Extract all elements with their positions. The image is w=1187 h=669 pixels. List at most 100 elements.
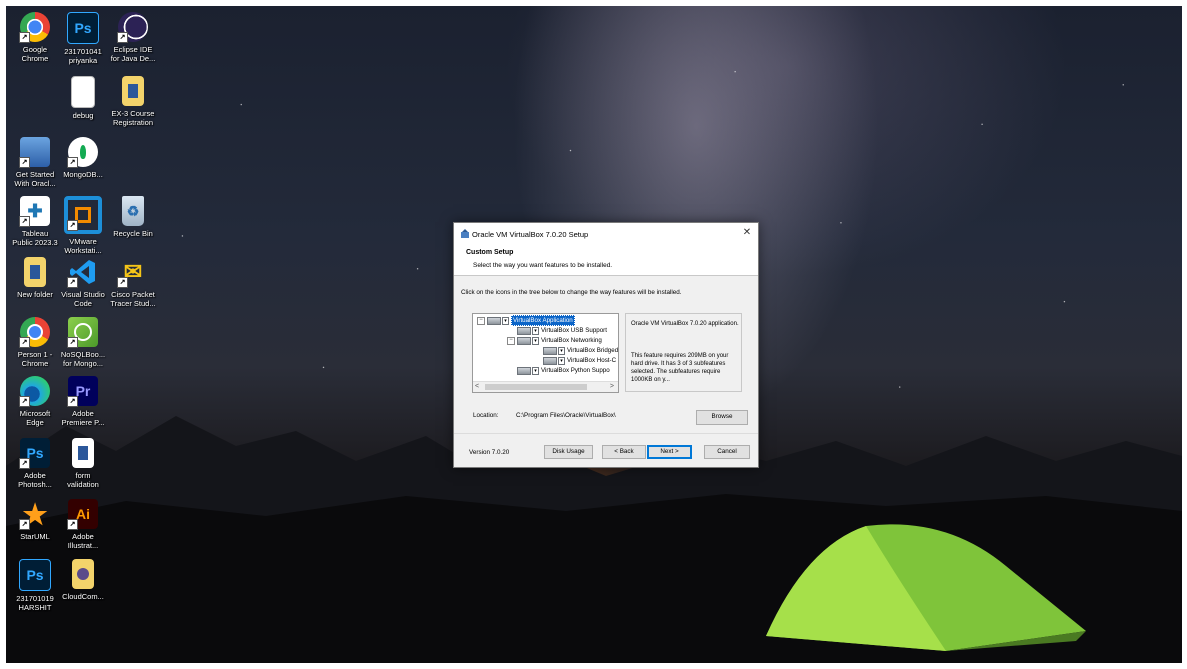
- tree-item-networking[interactable]: − ▾ VirtualBox Networking: [507, 336, 602, 345]
- collapse-icon[interactable]: −: [477, 316, 485, 325]
- desktop-icon-label: debug: [72, 111, 94, 120]
- feature-requirements: This feature requires 209MB on your hard…: [631, 353, 729, 383]
- premiere-pro-icon: Pr ↗: [67, 376, 98, 407]
- location-path: C:\Program Files\Oracle\VirtualBox\: [516, 412, 616, 419]
- desktop-icon-debug[interactable]: debug: [58, 76, 108, 120]
- recycle-bin-icon: ♻: [122, 196, 144, 226]
- feature-tree[interactable]: − ▾ VirtualBox Application ▾ VirtualBox …: [472, 313, 619, 393]
- vscode-icon: ↗: [67, 257, 98, 288]
- dropdown-arrow-icon[interactable]: ▾: [558, 346, 565, 355]
- document-file-icon: [122, 76, 144, 106]
- tree-item-usb-support[interactable]: ▾ VirtualBox USB Support: [517, 326, 607, 335]
- desktop-icon-label: Google Chrome: [21, 45, 49, 63]
- chrome-icon: ↗: [19, 12, 50, 43]
- desktop-icon-label: New folder: [17, 290, 53, 299]
- desktop: ↗ Google Chrome Ps 231701041 priyanka ↗ …: [6, 6, 1182, 663]
- desktop-icon-eclipse[interactable]: ↗ Eclipse IDE for Java De...: [108, 12, 158, 63]
- desktop-icon-label: Microsoft Edge: [19, 409, 51, 427]
- vmware-icon: ↗: [64, 196, 102, 234]
- desktop-icon-vscode[interactable]: ↗ Visual Studio Code: [58, 257, 108, 308]
- staruml-icon: ★ ↗: [19, 499, 50, 530]
- desktop-icon-staruml[interactable]: ★ ↗ StarUML: [10, 499, 60, 541]
- desktop-icon-photoshop-file[interactable]: Ps 231701041 priyanka: [58, 12, 108, 65]
- desktop-icon-label: VMware Workstati...: [64, 237, 102, 255]
- desktop-icon-mongodb[interactable]: ↗ MongoDB...: [58, 137, 108, 179]
- mongodb-icon: ↗: [67, 137, 98, 168]
- drive-icon: [517, 336, 531, 345]
- tableau-icon: ✚ ↗: [19, 196, 50, 227]
- installer-icon: [461, 229, 469, 238]
- desktop-icon-google-chrome[interactable]: ↗ Google Chrome: [10, 12, 60, 63]
- dropdown-arrow-icon[interactable]: ▾: [532, 326, 539, 335]
- nosqlbooster-icon: ↗: [67, 317, 98, 348]
- desktop-icon-microsoft-edge[interactable]: ↗ Microsoft Edge: [10, 376, 60, 427]
- back-button[interactable]: < Back: [602, 445, 646, 459]
- browse-button[interactable]: Browse: [696, 410, 748, 425]
- desktop-icon-tableau[interactable]: ✚ ↗ Tableau Public 2023.3: [10, 196, 60, 247]
- desktop-icon-label: CloudCom...: [62, 592, 104, 601]
- desktop-icon-label: Adobe Illustrat...: [67, 532, 99, 550]
- desktop-icon-person1-chrome[interactable]: ↗ Person 1 - Chrome: [10, 317, 60, 368]
- desktop-icon-photoshop[interactable]: Ps ↗ Adobe Photosh...: [10, 438, 60, 489]
- chrome-profile-icon: ↗: [19, 317, 50, 348]
- collapse-icon[interactable]: −: [507, 336, 515, 345]
- tree-item-python-support[interactable]: ▾ VirtualBox Python Suppo: [517, 366, 610, 375]
- desktop-icon-cloudcom[interactable]: CloudCom...: [58, 559, 108, 601]
- desktop-icon-label: Person 1 - Chrome: [17, 350, 53, 368]
- desktop-icon-label: Eclipse IDE for Java De...: [110, 45, 156, 63]
- desktop-icon-label: 231701041 priyanka: [64, 47, 102, 65]
- close-button[interactable]: ✕: [738, 225, 756, 241]
- feature-description-box: Oracle VM VirtualBox 7.0.20 application.…: [625, 313, 742, 392]
- cancel-button[interactable]: Cancel: [704, 445, 750, 459]
- tree-item-virtualbox-application[interactable]: − ▾ VirtualBox Application: [477, 315, 575, 326]
- desktop-icon-illustrator[interactable]: Ai ↗ Adobe Illustrat...: [58, 499, 108, 550]
- drive-icon: [543, 346, 557, 355]
- scroll-left-icon[interactable]: <: [475, 382, 479, 392]
- feature-description: Oracle VM VirtualBox 7.0.20 application.: [631, 321, 739, 327]
- dialog-titlebar[interactable]: Oracle VM VirtualBox 7.0.20 Setup ✕: [454, 223, 758, 245]
- dropdown-arrow-icon[interactable]: ▾: [558, 356, 565, 365]
- desktop-icon-ex3-course[interactable]: EX-3 Course Registration: [108, 76, 158, 127]
- desktop-icon-label: Cisco Packet Tracer Stud...: [110, 290, 156, 308]
- desktop-icon-label: Adobe Premiere P...: [61, 409, 105, 427]
- drive-icon: [517, 326, 531, 335]
- tree-item-host-only[interactable]: ▾ VirtualBox Host-C: [543, 356, 616, 365]
- scrollbar-thumb[interactable]: [485, 384, 587, 390]
- horizontal-scrollbar[interactable]: < >: [473, 381, 618, 392]
- tree-item-label: VirtualBox Python Suppo: [541, 367, 610, 374]
- location-label: Location:: [473, 412, 499, 419]
- header-subtitle: Select the way you want features to be i…: [473, 262, 613, 269]
- oracle-database-icon: ↗: [19, 137, 50, 168]
- desktop-icon-oracle[interactable]: ↗ Get Started With Oracl...: [10, 137, 60, 188]
- photoshop-file-icon: Ps: [67, 12, 99, 44]
- desktop-icon-label: MongoDB...: [63, 170, 103, 179]
- cloud-file-icon: [72, 559, 94, 589]
- next-button[interactable]: Next >: [647, 445, 692, 459]
- tree-item-label: VirtualBox Application: [511, 315, 575, 326]
- desktop-icon-harshit-psd[interactable]: Ps 231701019 HARSHIT: [10, 559, 60, 612]
- desktop-icon-label: StarUML: [20, 532, 50, 541]
- desktop-icon-label: Adobe Photosh...: [18, 471, 52, 489]
- tree-item-label: VirtualBox Networking: [541, 337, 602, 344]
- desktop-icon-label: Recycle Bin: [113, 229, 153, 238]
- photoshop-icon: Ps ↗: [19, 438, 50, 469]
- disk-usage-button[interactable]: Disk Usage: [544, 445, 593, 459]
- illustrator-icon: Ai ↗: [67, 499, 98, 530]
- desktop-icon-form-validation[interactable]: form validation: [58, 438, 108, 489]
- eclipse-icon: ↗: [117, 12, 148, 43]
- lit-tent: [766, 524, 1086, 651]
- dropdown-arrow-icon[interactable]: ▾: [502, 316, 509, 325]
- tree-item-bridged[interactable]: ▾ VirtualBox Bridged: [543, 346, 618, 355]
- cisco-packet-tracer-icon: ✉ ↗: [117, 257, 148, 288]
- desktop-icon-new-folder[interactable]: New folder: [10, 257, 60, 299]
- dropdown-arrow-icon[interactable]: ▾: [532, 336, 539, 345]
- dialog-header: Custom Setup Select the way you want fea…: [454, 245, 758, 276]
- scroll-right-icon[interactable]: >: [610, 382, 614, 392]
- dropdown-arrow-icon[interactable]: ▾: [532, 366, 539, 375]
- desktop-icon-recycle-bin[interactable]: ♻ Recycle Bin: [108, 196, 158, 238]
- desktop-icon-premiere-pro[interactable]: Pr ↗ Adobe Premiere P...: [58, 376, 108, 427]
- desktop-icon-cisco-packet-tracer[interactable]: ✉ ↗ Cisco Packet Tracer Stud...: [108, 257, 158, 308]
- desktop-icon-vmware[interactable]: ↗ VMware Workstati...: [58, 196, 108, 255]
- header-title: Custom Setup: [466, 249, 514, 256]
- desktop-icon-nosqlbooster[interactable]: ↗ NoSQLBoo... for Mongo...: [58, 317, 108, 368]
